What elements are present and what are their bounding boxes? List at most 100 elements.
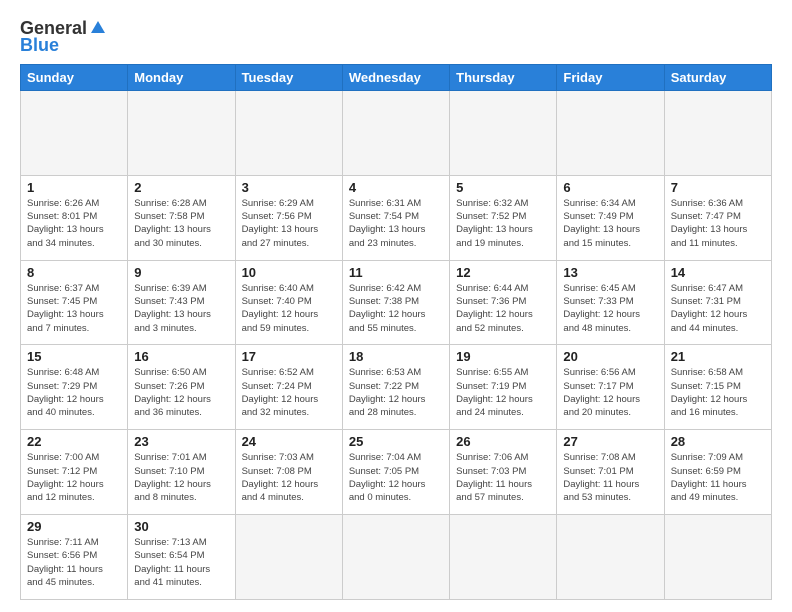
day-cell: 17 Sunrise: 6:52 AM Sunset: 7:24 PM Dayli… <box>235 345 342 430</box>
day-cell: 24 Sunrise: 7:03 AM Sunset: 7:08 PM Dayli… <box>235 430 342 515</box>
empty-cell <box>342 515 449 600</box>
day-number: 26 <box>456 434 550 449</box>
column-header-friday: Friday <box>557 65 664 91</box>
day-cell: 11 Sunrise: 6:42 AM Sunset: 7:38 PM Dayli… <box>342 260 449 345</box>
day-number: 15 <box>27 349 121 364</box>
day-info: Sunrise: 6:34 AM Sunset: 7:49 PM Dayligh… <box>563 197 657 250</box>
day-cell: 5Sunrise: 6:32 AM Sunset: 7:52 PM Daylig… <box>450 175 557 260</box>
day-info: Sunrise: 6:31 AM Sunset: 7:54 PM Dayligh… <box>349 197 443 250</box>
column-header-sunday: Sunday <box>21 65 128 91</box>
day-number: 9 <box>134 265 228 280</box>
day-info: Sunrise: 6:26 AM Sunset: 8:01 PM Dayligh… <box>27 197 121 250</box>
day-info: Sunrise: 6:39 AM Sunset: 7:43 PM Dayligh… <box>134 282 228 335</box>
day-cell: 13 Sunrise: 6:45 AM Sunset: 7:33 PM Dayli… <box>557 260 664 345</box>
day-info: Sunrise: 7:01 AM Sunset: 7:10 PM Dayligh… <box>134 451 228 504</box>
day-info: Sunrise: 6:28 AM Sunset: 7:58 PM Dayligh… <box>134 197 228 250</box>
day-info: Sunrise: 6:42 AM Sunset: 7:38 PM Dayligh… <box>349 282 443 335</box>
day-cell: 27Sunrise: 7:08 AM Sunset: 7:01 PM Dayli… <box>557 430 664 515</box>
column-header-tuesday: Tuesday <box>235 65 342 91</box>
day-number: 22 <box>27 434 121 449</box>
day-info: Sunrise: 6:52 AM Sunset: 7:24 PM Dayligh… <box>242 366 336 419</box>
empty-cell <box>450 515 557 600</box>
day-number: 7 <box>671 180 765 195</box>
day-cell: 26 Sunrise: 7:06 AM Sunset: 7:03 PM Dayli… <box>450 430 557 515</box>
day-info: Sunrise: 7:06 AM Sunset: 7:03 PM Dayligh… <box>456 451 550 504</box>
day-info: Sunrise: 6:56 AM Sunset: 7:17 PM Dayligh… <box>563 366 657 419</box>
header-row: SundayMondayTuesdayWednesdayThursdayFrid… <box>21 65 772 91</box>
header: General Blue <box>20 18 772 56</box>
day-cell: 15 Sunrise: 6:48 AM Sunset: 7:29 PM Dayli… <box>21 345 128 430</box>
day-number: 1 <box>27 180 121 195</box>
day-number: 18 <box>349 349 443 364</box>
day-number: 4 <box>349 180 443 195</box>
logo: General Blue <box>20 18 107 56</box>
day-cell: 12 Sunrise: 6:44 AM Sunset: 7:36 PM Dayli… <box>450 260 557 345</box>
day-cell: 22 Sunrise: 7:00 AM Sunset: 7:12 PM Dayli… <box>21 430 128 515</box>
empty-cell <box>128 91 235 176</box>
day-info: Sunrise: 7:03 AM Sunset: 7:08 PM Dayligh… <box>242 451 336 504</box>
day-number: 16 <box>134 349 228 364</box>
day-info: Sunrise: 6:40 AM Sunset: 7:40 PM Dayligh… <box>242 282 336 335</box>
day-info: Sunrise: 7:00 AM Sunset: 7:12 PM Dayligh… <box>27 451 121 504</box>
day-number: 11 <box>349 265 443 280</box>
day-cell: 23Sunrise: 7:01 AM Sunset: 7:10 PM Dayli… <box>128 430 235 515</box>
day-info: Sunrise: 6:37 AM Sunset: 7:45 PM Dayligh… <box>27 282 121 335</box>
calendar-row: 15 Sunrise: 6:48 AM Sunset: 7:29 PM Dayli… <box>21 345 772 430</box>
day-number: 21 <box>671 349 765 364</box>
day-cell: 19 Sunrise: 6:55 AM Sunset: 7:19 PM Dayli… <box>450 345 557 430</box>
day-cell: 10 Sunrise: 6:40 AM Sunset: 7:40 PM Dayli… <box>235 260 342 345</box>
calendar-row: 29Sunrise: 7:11 AM Sunset: 6:56 PM Dayli… <box>21 515 772 600</box>
day-info: Sunrise: 6:53 AM Sunset: 7:22 PM Dayligh… <box>349 366 443 419</box>
empty-cell <box>664 91 771 176</box>
empty-cell <box>235 515 342 600</box>
day-number: 14 <box>671 265 765 280</box>
day-number: 17 <box>242 349 336 364</box>
empty-cell <box>21 91 128 176</box>
day-info: Sunrise: 6:55 AM Sunset: 7:19 PM Dayligh… <box>456 366 550 419</box>
calendar-row <box>21 91 772 176</box>
day-cell: 3 Sunrise: 6:29 AM Sunset: 7:56 PM Daylig… <box>235 175 342 260</box>
day-info: Sunrise: 6:58 AM Sunset: 7:15 PM Dayligh… <box>671 366 765 419</box>
day-number: 24 <box>242 434 336 449</box>
day-cell: 4 Sunrise: 6:31 AM Sunset: 7:54 PM Daylig… <box>342 175 449 260</box>
day-cell: 14Sunrise: 6:47 AM Sunset: 7:31 PM Dayli… <box>664 260 771 345</box>
day-number: 8 <box>27 265 121 280</box>
day-cell: 21 Sunrise: 6:58 AM Sunset: 7:15 PM Dayli… <box>664 345 771 430</box>
day-cell: 18 Sunrise: 6:53 AM Sunset: 7:22 PM Dayli… <box>342 345 449 430</box>
empty-cell <box>664 515 771 600</box>
day-info: Sunrise: 6:29 AM Sunset: 7:56 PM Dayligh… <box>242 197 336 250</box>
logo-blue-text: Blue <box>20 35 59 56</box>
day-info: Sunrise: 7:04 AM Sunset: 7:05 PM Dayligh… <box>349 451 443 504</box>
empty-cell <box>557 91 664 176</box>
day-number: 6 <box>563 180 657 195</box>
day-cell: 25 Sunrise: 7:04 AM Sunset: 7:05 PM Dayli… <box>342 430 449 515</box>
day-cell: 30 Sunrise: 7:13 AM Sunset: 6:54 PM Dayli… <box>128 515 235 600</box>
day-number: 3 <box>242 180 336 195</box>
day-info: Sunrise: 6:44 AM Sunset: 7:36 PM Dayligh… <box>456 282 550 335</box>
day-number: 29 <box>27 519 121 534</box>
column-header-wednesday: Wednesday <box>342 65 449 91</box>
day-number: 30 <box>134 519 228 534</box>
day-number: 2 <box>134 180 228 195</box>
day-number: 19 <box>456 349 550 364</box>
day-cell: 29Sunrise: 7:11 AM Sunset: 6:56 PM Dayli… <box>21 515 128 600</box>
day-cell: 7Sunrise: 6:36 AM Sunset: 7:47 PM Daylig… <box>664 175 771 260</box>
day-cell: 8 Sunrise: 6:37 AM Sunset: 7:45 PM Daylig… <box>21 260 128 345</box>
empty-cell <box>235 91 342 176</box>
day-number: 12 <box>456 265 550 280</box>
day-info: Sunrise: 6:50 AM Sunset: 7:26 PM Dayligh… <box>134 366 228 419</box>
day-number: 10 <box>242 265 336 280</box>
calendar-row: 22 Sunrise: 7:00 AM Sunset: 7:12 PM Dayli… <box>21 430 772 515</box>
day-number: 28 <box>671 434 765 449</box>
empty-cell <box>450 91 557 176</box>
day-cell: 9 Sunrise: 6:39 AM Sunset: 7:43 PM Daylig… <box>128 260 235 345</box>
empty-cell <box>342 91 449 176</box>
day-number: 25 <box>349 434 443 449</box>
day-info: Sunrise: 7:13 AM Sunset: 6:54 PM Dayligh… <box>134 536 228 589</box>
day-info: Sunrise: 6:45 AM Sunset: 7:33 PM Dayligh… <box>563 282 657 335</box>
day-number: 20 <box>563 349 657 364</box>
day-info: Sunrise: 6:32 AM Sunset: 7:52 PM Dayligh… <box>456 197 550 250</box>
day-info: Sunrise: 6:48 AM Sunset: 7:29 PM Dayligh… <box>27 366 121 419</box>
day-number: 13 <box>563 265 657 280</box>
day-cell: 20 Sunrise: 6:56 AM Sunset: 7:17 PM Dayli… <box>557 345 664 430</box>
